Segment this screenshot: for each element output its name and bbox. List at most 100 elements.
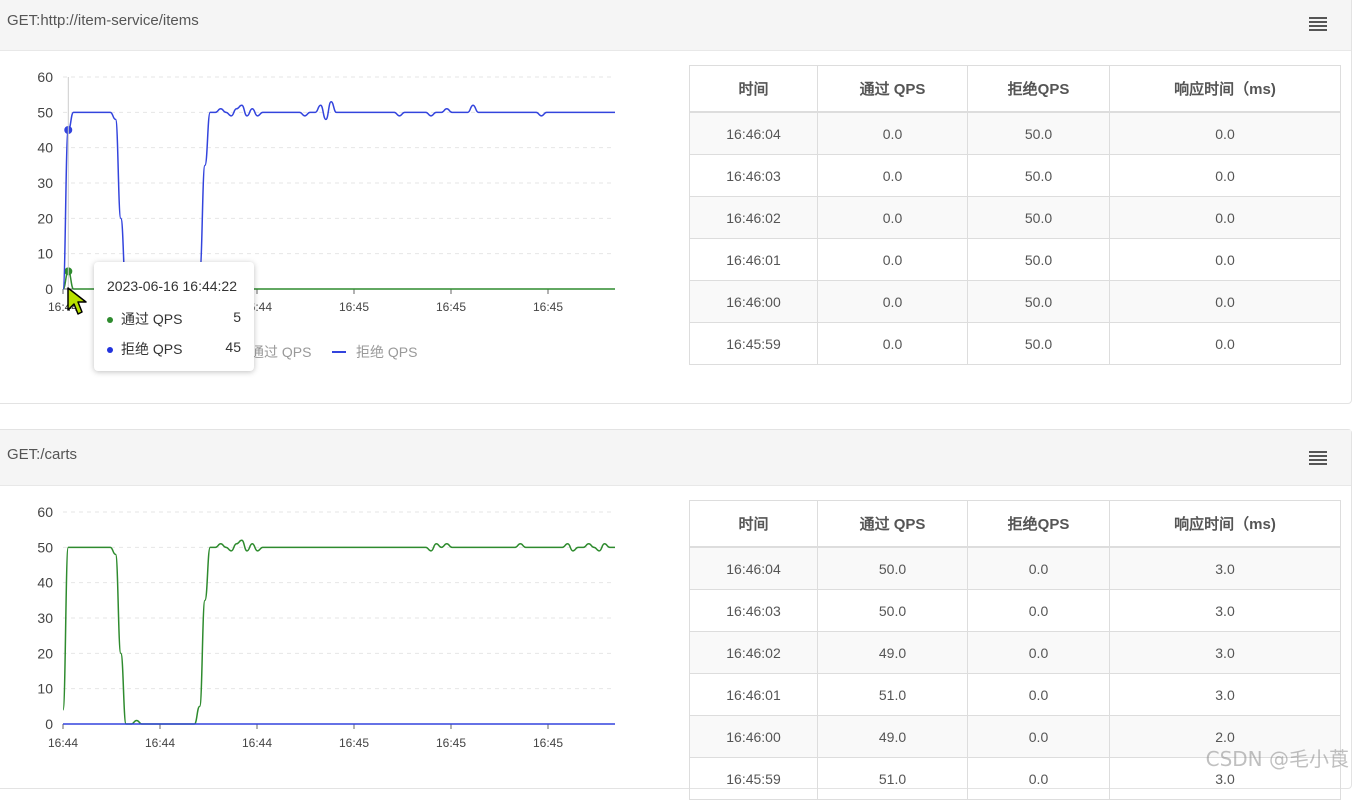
table-cell: 0.0 bbox=[817, 196, 968, 239]
y-tick-label: 10 bbox=[37, 681, 53, 697]
col-rt: 响应时间（ms) bbox=[1109, 500, 1341, 548]
watermark: CSDN @毛小莨 bbox=[1205, 747, 1349, 771]
table-cell: 16:46:02 bbox=[689, 631, 818, 674]
series-line bbox=[62, 539, 615, 725]
tooltip-label: 通过 QPS bbox=[121, 311, 183, 327]
qps-table-items: 时间 通过 QPS 拒绝QPS 响应时间（ms) 16:46:04 0.0 50.0… bbox=[689, 65, 1341, 365]
legend-label[interactable]: 拒绝 QPS bbox=[356, 344, 417, 360]
table-cell: 0.0 bbox=[967, 589, 1110, 632]
y-tick-label: 40 bbox=[37, 140, 53, 156]
table-cell: 16:46:00 bbox=[689, 715, 818, 758]
table-cell: 49.0 bbox=[817, 715, 968, 758]
table-cell: 0.0 bbox=[1109, 196, 1341, 239]
y-tick-label: 0 bbox=[45, 281, 53, 297]
table-row: 16:46:00 0.0 50.0 0.0 bbox=[689, 280, 1341, 323]
table-cell: 0.0 bbox=[1109, 238, 1341, 281]
x-tick-label: 16:45 bbox=[436, 300, 466, 314]
menu-icon[interactable] bbox=[1309, 451, 1327, 465]
y-tick-label: 50 bbox=[37, 104, 53, 120]
table-cell: 3.0 bbox=[1109, 631, 1341, 674]
table-cell: 16:45:59 bbox=[689, 322, 818, 365]
x-tick-label: 16:45 bbox=[436, 736, 466, 750]
table-cell: 0.0 bbox=[967, 546, 1110, 590]
table-cell: 0.0 bbox=[967, 673, 1110, 716]
legend-label[interactable]: 通过 QPS bbox=[250, 344, 311, 360]
col-rt: 响应时间（ms) bbox=[1109, 65, 1341, 113]
menu-icon[interactable] bbox=[1309, 17, 1327, 31]
table-cell: 50.0 bbox=[967, 196, 1110, 239]
tooltip-value: 45 bbox=[225, 339, 241, 355]
y-tick-label: 40 bbox=[37, 575, 53, 591]
table-cell: 0.0 bbox=[817, 322, 968, 365]
mouse-cursor-icon bbox=[67, 287, 87, 315]
table-row: 16:46:01 51.0 0.0 3.0 bbox=[689, 673, 1341, 716]
y-tick-label: 0 bbox=[45, 716, 53, 732]
tooltip-time: 2023-06-16 16:44:22 bbox=[107, 278, 237, 294]
table-cell: 16:46:00 bbox=[689, 280, 818, 323]
table-cell: 0.0 bbox=[1109, 111, 1341, 155]
col-pass-qps: 通过 QPS bbox=[817, 65, 968, 113]
panel-header: GET:/carts bbox=[0, 430, 1351, 486]
table-cell: 0.0 bbox=[817, 280, 968, 323]
table-cell: 50.0 bbox=[967, 322, 1110, 365]
col-block-qps: 拒绝QPS bbox=[967, 65, 1110, 113]
table-cell: 51.0 bbox=[817, 757, 968, 800]
table-row: 16:46:01 0.0 50.0 0.0 bbox=[689, 238, 1341, 281]
table-cell: 0.0 bbox=[817, 111, 968, 155]
table-cell: 50.0 bbox=[967, 154, 1110, 197]
table-cell: 50.0 bbox=[967, 280, 1110, 323]
y-tick-label: 20 bbox=[37, 210, 53, 226]
y-tick-label: 30 bbox=[37, 175, 53, 191]
y-tick-label: 20 bbox=[37, 645, 53, 661]
col-block-qps: 拒绝QPS bbox=[967, 500, 1110, 548]
table-cell: 3.0 bbox=[1109, 546, 1341, 590]
tooltip-row-block: 拒绝 QPS 45 bbox=[107, 339, 241, 359]
tooltip-row-pass: 通过 QPS 5 bbox=[107, 309, 241, 329]
table-cell: 0.0 bbox=[967, 757, 1110, 800]
table-row: 16:46:04 0.0 50.0 0.0 bbox=[689, 111, 1341, 155]
table-cell: 3.0 bbox=[1109, 589, 1341, 632]
table-cell: 0.0 bbox=[967, 715, 1110, 758]
table-row: 16:46:02 0.0 50.0 0.0 bbox=[689, 196, 1341, 239]
table-cell: 16:46:03 bbox=[689, 154, 818, 197]
table-row: 16:45:59 0.0 50.0 0.0 bbox=[689, 322, 1341, 365]
x-tick-label: 16:45 bbox=[339, 736, 369, 750]
col-time: 时间 bbox=[689, 500, 818, 548]
table-cell: 0.0 bbox=[1109, 322, 1341, 365]
y-tick-label: 50 bbox=[37, 539, 53, 555]
table-cell: 16:46:01 bbox=[689, 673, 818, 716]
block-dot-icon bbox=[107, 347, 113, 354]
x-tick-label: 16:44 bbox=[48, 736, 78, 750]
table-cell: 50.0 bbox=[817, 589, 968, 632]
y-tick-label: 60 bbox=[37, 69, 53, 85]
table-cell: 0.0 bbox=[1109, 280, 1341, 323]
table-cell: 50.0 bbox=[817, 546, 968, 590]
x-tick-label: 16:44 bbox=[242, 736, 272, 750]
x-tick-label: 16:45 bbox=[339, 300, 369, 314]
table-cell: 3.0 bbox=[1109, 673, 1341, 716]
tooltip-label: 拒绝 QPS bbox=[121, 341, 183, 357]
table-cell: 49.0 bbox=[817, 631, 968, 674]
y-tick-label: 30 bbox=[37, 610, 53, 626]
pass-dot-icon bbox=[107, 317, 113, 324]
y-tick-label: 10 bbox=[37, 246, 53, 262]
x-tick-label: 16:45 bbox=[533, 300, 563, 314]
qps-chart-carts: 60 50 40 30 20 10 0 16:44 16:44 16:44 16:45 16:45 16… bbox=[37, 504, 615, 750]
chart-tooltip: 2023-06-16 16:44:22 通过 QPS 5 拒绝 QPS 45 bbox=[94, 262, 254, 371]
table-cell: 50.0 bbox=[967, 238, 1110, 281]
table-row: 16:46:03 50.0 0.0 3.0 bbox=[689, 589, 1341, 632]
table-row: 16:46:04 50.0 0.0 3.0 bbox=[689, 546, 1341, 590]
table-cell: 16:46:02 bbox=[689, 196, 818, 239]
table-cell: 51.0 bbox=[817, 673, 968, 716]
table-cell: 16:46:04 bbox=[689, 111, 818, 155]
tooltip-value: 5 bbox=[233, 309, 241, 325]
table-cell: 16:45:59 bbox=[689, 757, 818, 800]
table-cell: 0.0 bbox=[1109, 154, 1341, 197]
table-cell: 16:46:03 bbox=[689, 589, 818, 632]
table-row: 16:46:02 49.0 0.0 3.0 bbox=[689, 631, 1341, 674]
table-cell: 16:46:04 bbox=[689, 546, 818, 590]
table-cell: 0.0 bbox=[817, 238, 968, 281]
table-cell: 16:46:01 bbox=[689, 238, 818, 281]
x-tick-label: 16:44 bbox=[145, 736, 175, 750]
table-cell: 0.0 bbox=[817, 154, 968, 197]
